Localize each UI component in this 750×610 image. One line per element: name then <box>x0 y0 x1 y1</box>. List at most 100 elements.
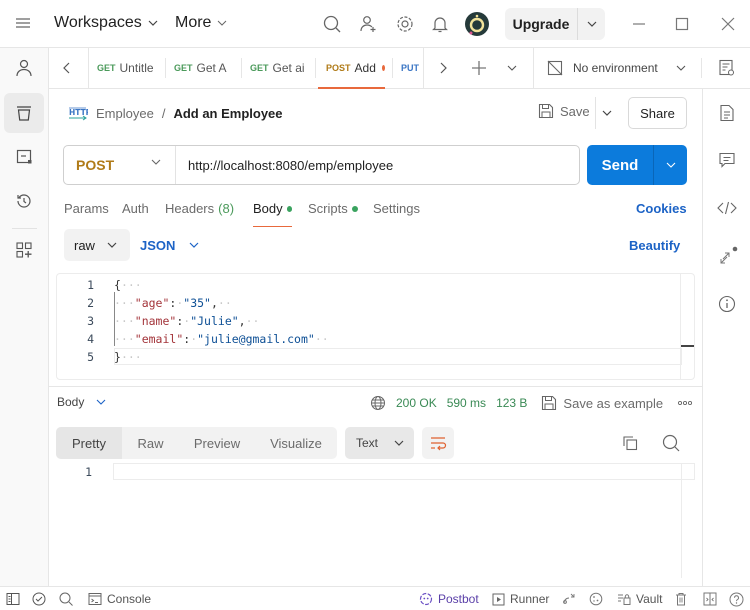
save-as-example-button[interactable]: Save as example <box>541 395 663 411</box>
globe-icon <box>371 396 385 410</box>
tabs-scroll-left-icon[interactable] <box>63 62 71 74</box>
environment-quick-look-icon[interactable] <box>718 59 736 77</box>
save-button[interactable]: Save <box>538 103 590 119</box>
chevron-down-icon <box>666 162 675 168</box>
breadcrumb-parent[interactable]: Employee <box>96 106 154 121</box>
tab-preview[interactable]: Preview <box>179 427 255 459</box>
cookies-link[interactable]: Cookies <box>636 201 687 216</box>
upgrade-button[interactable]: Upgrade <box>505 8 605 40</box>
tab-visualize[interactable]: Visualize <box>255 427 337 459</box>
editor-scrollbar[interactable] <box>680 274 694 379</box>
response-stats: 200 OK 590 ms 123 B Save as example <box>370 393 693 413</box>
response-body-viewer[interactable]: 1 <box>56 463 695 481</box>
body-format-value: JSON <box>140 237 176 253</box>
tabs-scroll-right-icon[interactable] <box>439 62 447 74</box>
postbot-button[interactable]: Postbot <box>419 591 479 607</box>
invite-user-icon[interactable] <box>360 15 378 33</box>
capture-requests-icon[interactable] <box>561 591 577 607</box>
upgrade-dropdown[interactable] <box>578 8 605 40</box>
settings-icon[interactable] <box>396 15 414 33</box>
minimize-icon[interactable] <box>632 17 646 31</box>
maximize-icon[interactable] <box>675 17 689 31</box>
environment-dropdown-icon[interactable] <box>676 65 686 71</box>
new-tab-icon[interactable] <box>472 61 486 75</box>
url-input[interactable]: http://localhost:8080/emp/employee <box>176 158 393 173</box>
send-button[interactable]: Send <box>587 145 687 185</box>
cookies-icon[interactable] <box>589 591 603 607</box>
response-section-select[interactable]: Body <box>57 395 106 409</box>
response-scrollbar[interactable] <box>681 463 695 578</box>
tab-request-active[interactable]: POST Add <box>318 48 385 89</box>
workspaces-menu[interactable]: Workspaces <box>54 14 158 32</box>
runner-button[interactable]: Runner <box>492 591 549 607</box>
body-format-select[interactable]: JSON <box>140 229 199 261</box>
sidebar-item-configure[interactable] <box>4 230 44 270</box>
pane-divider[interactable] <box>49 386 702 387</box>
sidebar-item-environments[interactable] <box>4 137 44 177</box>
response-time[interactable]: 590 ms <box>447 396 486 410</box>
environment-label: No environment <box>573 61 658 75</box>
tab-params[interactable]: Params <box>64 201 109 227</box>
tab-body[interactable]: Body <box>253 201 292 227</box>
copy-icon[interactable] <box>622 435 638 451</box>
send-dropdown[interactable] <box>654 145 687 185</box>
notifications-icon[interactable] <box>432 15 448 33</box>
url-bar: POST http://localhost:8080/emp/employee <box>63 145 580 185</box>
sidebar-item-collections[interactable] <box>4 93 44 133</box>
sidebar-item-account[interactable] <box>4 48 44 88</box>
tab-settings[interactable]: Settings <box>373 201 420 227</box>
avatar[interactable] <box>465 12 489 36</box>
search-icon[interactable] <box>323 15 341 33</box>
breadcrumb: HTTP Employee / Add an Employee <box>68 103 283 123</box>
search-response-icon[interactable] <box>662 434 680 452</box>
tab-request[interactable]: GET Get A <box>174 48 234 88</box>
tab-request[interactable]: PUT <box>401 48 423 88</box>
request-body-editor[interactable]: 1 {··· 2 ···"age":·"35",·· 3 ···"name":·… <box>56 273 695 380</box>
body-type-select[interactable]: raw <box>64 229 130 261</box>
response-status[interactable]: 200 OK <box>396 396 437 410</box>
comments-icon[interactable] <box>715 148 739 172</box>
tab-name: Untitle <box>119 61 154 75</box>
tabs-dropdown-icon[interactable] <box>507 65 517 71</box>
more-menu[interactable]: More <box>175 14 227 32</box>
more-options-icon[interactable] <box>677 400 693 406</box>
share-button[interactable]: Share <box>628 97 687 129</box>
tab-scripts[interactable]: Scripts <box>308 201 358 227</box>
two-pane-view-icon[interactable] <box>703 591 717 607</box>
tab-pretty[interactable]: Pretty <box>56 427 122 459</box>
method-selector[interactable]: POST <box>64 146 176 184</box>
console-button[interactable]: Console <box>88 591 151 607</box>
response-format-select[interactable]: Text <box>345 427 414 459</box>
help-icon[interactable] <box>729 591 744 607</box>
tab-request[interactable]: GET Untitle <box>97 48 163 88</box>
sync-status-icon[interactable] <box>32 591 46 607</box>
line-number: 1 <box>85 465 92 479</box>
beautify-link[interactable]: Beautify <box>629 238 680 253</box>
save-label: Save <box>560 103 590 119</box>
find-replace-icon[interactable] <box>59 591 73 607</box>
hamburger-icon[interactable] <box>15 16 31 30</box>
documentation-icon[interactable] <box>715 101 739 125</box>
chevron-down-icon <box>151 159 161 165</box>
tab-headers[interactable]: Headers (8) <box>165 201 234 227</box>
toggle-sidebar-icon[interactable] <box>6 591 20 607</box>
close-icon[interactable] <box>721 17 735 31</box>
body-type-value: raw <box>74 237 95 253</box>
info-icon[interactable] <box>715 292 739 316</box>
tab-auth[interactable]: Auth <box>122 201 149 227</box>
code-snippet-icon[interactable] <box>715 196 739 220</box>
related-collections-icon[interactable] <box>715 244 739 268</box>
editor-line: 1 {··· <box>87 278 142 292</box>
tab-request[interactable]: GET Get ai <box>250 48 304 88</box>
tab-raw[interactable]: Raw <box>122 427 179 459</box>
vault-button[interactable]: Vault <box>617 591 662 607</box>
tab-name: Get A <box>196 61 227 75</box>
environment-selector[interactable]: No environment <box>547 59 697 77</box>
response-size[interactable]: 123 B <box>496 396 527 410</box>
tab-name: Add <box>354 60 376 75</box>
wrap-lines-button[interactable] <box>422 427 454 459</box>
save-dropdown-icon[interactable] <box>602 110 612 116</box>
share-label: Share <box>640 105 675 121</box>
request-title[interactable]: Add an Employee <box>173 106 282 121</box>
trash-icon[interactable] <box>675 591 687 607</box>
